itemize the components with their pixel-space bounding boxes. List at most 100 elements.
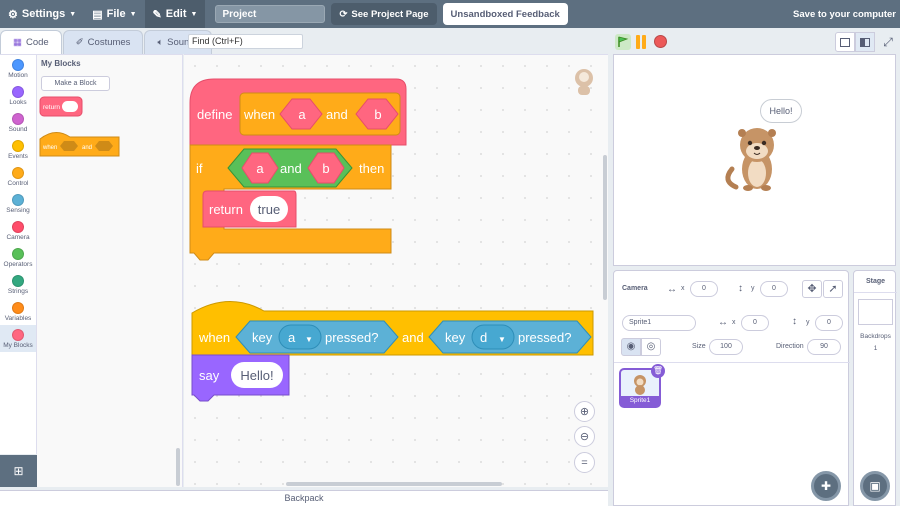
find-input[interactable]: Find (Ctrl+F) [188, 34, 303, 49]
edit-menu[interactable]: ✎ Edit ▼ [144, 0, 206, 28]
then-label: then [359, 161, 384, 176]
fullscreen-button[interactable]: ⤢ [878, 32, 898, 52]
category-label: Control [7, 179, 29, 187]
save-to-computer-button[interactable]: Save to your computer [793, 9, 896, 20]
show-sprite-button[interactable]: ◉ [621, 338, 641, 356]
menu-bar: ⚙ Settings ▼ ▤ File ▼ ✎ Edit ▼ Project ⟳… [0, 0, 900, 28]
zoom-in-icon: ⊕ [579, 406, 590, 418]
brush-icon: ✐ [75, 37, 84, 48]
return-block[interactable]: return true [202, 190, 297, 228]
camera-x-input[interactable]: 0 [690, 281, 718, 297]
category-camera[interactable]: Camera [0, 217, 36, 244]
category-my-blocks[interactable]: My Blocks [0, 325, 36, 352]
category-dot [12, 274, 24, 287]
pause-icon-bar [642, 35, 646, 49]
category-label: Operators [3, 260, 33, 268]
image-add-icon: ▣ [869, 479, 881, 493]
add-backdrop-button[interactable]: ▣ [860, 471, 890, 501]
and-block-label: and [82, 145, 92, 151]
small-stage-button[interactable] [835, 32, 855, 52]
settings-menu[interactable]: ⚙ Settings ▼ [0, 0, 84, 28]
category-sensing[interactable]: Sensing [0, 190, 36, 217]
sprite-thumbnail[interactable]: Sprite1 🗑︎ [619, 364, 665, 408]
delete-sprite-button[interactable]: 🗑︎ [651, 364, 665, 378]
category-dot [12, 58, 24, 71]
category-motion[interactable]: Motion [0, 55, 36, 82]
backpack-header[interactable]: Backpack [0, 490, 608, 506]
file-menu[interactable]: ▤ File ▼ [84, 0, 144, 28]
chevron-down-icon: ▼ [190, 10, 198, 18]
say-block[interactable]: say Hello! [191, 354, 290, 402]
category-looks[interactable]: Looks [0, 82, 36, 109]
key1-pressed-label: pressed? [325, 330, 378, 345]
when-label: when [243, 107, 275, 122]
stage-canvas[interactable] [613, 54, 896, 266]
camera-move-button[interactable]: ✥ [802, 280, 822, 298]
category-events[interactable]: Events [0, 136, 36, 163]
green-flag-icon [618, 36, 629, 47]
camera-pointer-button[interactable]: ➚ [823, 280, 843, 298]
category-variables[interactable]: Variables [0, 298, 36, 325]
flyout-blocks: return when and [39, 96, 120, 157]
large-stage-button[interactable] [855, 32, 875, 52]
direction-input[interactable]: 90 [807, 339, 841, 355]
if-label: if [196, 161, 203, 176]
category-label: Events [8, 152, 28, 160]
add-sprite-button[interactable]: ✚ [811, 471, 841, 501]
category-dot [12, 193, 24, 206]
eye-icon: ◉ [626, 341, 636, 352]
pause-button[interactable] [636, 35, 650, 49]
size-label: Size [692, 343, 706, 350]
tab-costumes[interactable]: ✐ Costumes [62, 30, 144, 54]
stage-controls: ⤢ [612, 30, 900, 54]
add-extension-button[interactable]: ⊞ [0, 455, 37, 487]
and-left-label: a [256, 161, 264, 176]
when-key-hat-block[interactable]: when key a ▼ pressed? and key d ▼ presse… [191, 301, 594, 356]
large-stage-icon [860, 37, 870, 47]
stage-thumbnail[interactable] [858, 299, 893, 325]
key2-value: d [480, 330, 487, 345]
zoom-out-button[interactable]: ⊖ [574, 426, 595, 447]
sprite-otter[interactable] [614, 55, 897, 267]
key1-dropdown[interactable] [278, 324, 322, 350]
otter-sprite-graphic [725, 128, 776, 191]
project-title-input[interactable]: Project [215, 5, 326, 23]
category-dot [12, 112, 24, 125]
feedback-button[interactable]: Unsandboxed Feedback [442, 3, 568, 25]
key2-dropdown[interactable] [471, 324, 515, 350]
flyout-scrollbar[interactable] [176, 448, 180, 486]
sprite-name-input[interactable]: Sprite1 [622, 315, 696, 331]
sprite-x-input[interactable]: 0 [741, 315, 769, 331]
tab-code[interactable]: ▦ Code [0, 30, 62, 54]
hide-sprite-button[interactable]: ◎ [641, 338, 661, 356]
stop-button[interactable] [654, 35, 667, 48]
workspace-horizontal-scrollbar[interactable] [286, 482, 502, 486]
define-block[interactable]: define when a and b [189, 78, 407, 146]
zoom-reset-button[interactable]: = [574, 452, 595, 473]
zoom-in-button[interactable]: ⊕ [574, 401, 595, 422]
when-hat-label: when [198, 330, 230, 345]
script-workspace[interactable]: define when a and b if a and b then retu… [184, 54, 608, 487]
green-flag-button[interactable] [615, 34, 631, 50]
category-sound[interactable]: Sound [0, 109, 36, 136]
stage-selector[interactable]: Stage Backdrops 1 ▣ [853, 270, 897, 506]
say-value: Hello! [240, 368, 273, 383]
tab-code-label: Code [25, 37, 49, 48]
sprite-y-input[interactable]: 0 [815, 315, 843, 331]
see-project-page-button[interactable]: ⟳ See Project Page [331, 3, 437, 25]
size-input[interactable]: 100 [709, 339, 743, 355]
when-and-hat-block[interactable]: when and [39, 132, 120, 157]
category-control[interactable]: Control [0, 163, 36, 190]
camera-y-input[interactable]: 0 [760, 281, 788, 297]
category-label: Motion [8, 71, 28, 79]
return-block[interactable]: return [39, 96, 83, 117]
small-stage-icon [840, 37, 850, 47]
category-strings[interactable]: Strings [0, 271, 36, 298]
horizontal-arrows-icon: ↔ [718, 317, 728, 328]
move-icon: ✥ [807, 283, 817, 295]
category-operators[interactable]: Operators [0, 244, 36, 271]
sprite-thumb-label: Sprite1 [621, 396, 659, 406]
return-block-input [62, 101, 78, 112]
category-dot [12, 328, 24, 341]
workspace-vertical-scrollbar[interactable] [603, 155, 607, 300]
